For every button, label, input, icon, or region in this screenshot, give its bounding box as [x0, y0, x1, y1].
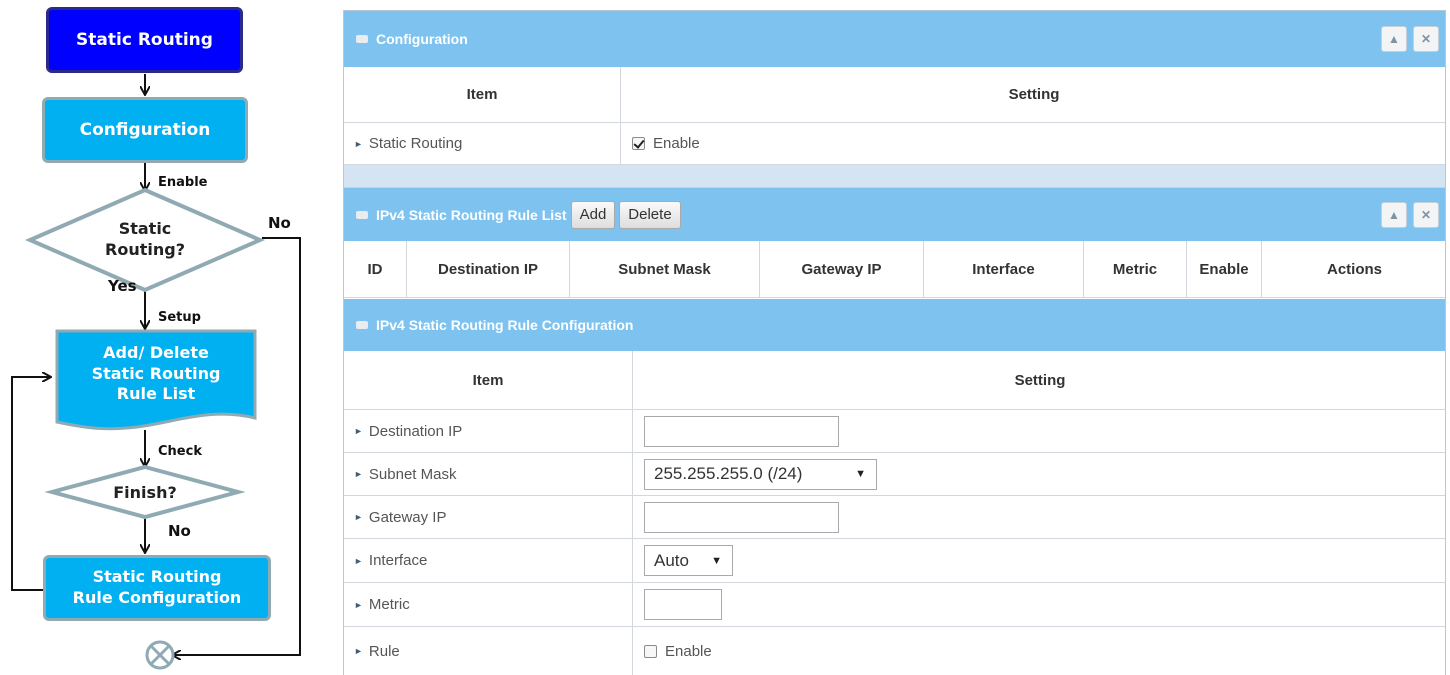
column-header-metric: Metric — [1083, 241, 1186, 297]
column-header-interface: Interface — [923, 241, 1083, 297]
gateway-ip-label: Gateway IP — [368, 508, 447, 526]
destination-ip-input[interactable] — [644, 415, 839, 447]
interface-value: Auto — [654, 550, 689, 570]
column-header-item: Item — [472, 371, 504, 389]
flow-decision-line1: Static — [118, 219, 172, 239]
subnet-mask-label: Subnet Mask — [368, 465, 457, 483]
rule-enable-label: Enable — [665, 642, 712, 660]
rule-row: ► Rule Enable — [344, 627, 1445, 675]
column-header-destination-ip: Destination IP — [406, 241, 569, 297]
close-icon[interactable]: ✕ — [1413, 26, 1439, 52]
flow-rule-config-line2: Rule Configuration — [72, 588, 242, 607]
edge-label-check: Check — [158, 444, 202, 459]
flow-rule-list-line3: Rule List — [116, 384, 196, 404]
column-header-enable: Enable — [1186, 241, 1261, 297]
close-icon[interactable]: ✕ — [1413, 201, 1439, 228]
edge-label-no-right: No — [268, 214, 291, 232]
flow-rule-list-node: Add/ Delete Static Routing Rule List — [57, 333, 255, 415]
destination-ip-label: Destination IP — [368, 422, 463, 440]
column-header-setting: Setting — [620, 67, 1447, 122]
rule-list-panel-title: IPv4 Static Routing Rule List — [376, 206, 567, 223]
interface-row: ► Interface Auto ▼ — [344, 539, 1445, 583]
metric-row: ► Metric — [344, 583, 1445, 627]
delete-button[interactable]: Delete — [619, 200, 681, 229]
dropdown-caret-icon: ▼ — [711, 554, 722, 567]
panel-icon — [356, 210, 368, 219]
column-header-id: ID — [367, 260, 383, 278]
flow-start-label: Static Routing — [76, 29, 213, 50]
edge-label-yes: Yes — [108, 277, 137, 295]
rule-list-panel-header: IPv4 Static Routing Rule List Add Delete… — [344, 188, 1445, 241]
add-button[interactable]: Add — [570, 200, 616, 229]
rule-enable-checkbox[interactable] — [644, 644, 657, 658]
rule-config-panel-header: IPv4 Static Routing Rule Configuration — [344, 299, 1445, 351]
panel-icon — [356, 321, 368, 329]
interface-label: Interface — [368, 552, 428, 569]
rule-label: Rule — [368, 642, 400, 660]
static-routing-row: ► Static Routing Enable — [344, 123, 1445, 165]
dropdown-caret-icon: ▼ — [855, 468, 866, 480]
static-routing-enable-label: Enable — [653, 135, 700, 152]
flow-configuration-node: Configuration — [42, 97, 248, 163]
subnet-mask-select[interactable]: 255.255.255.0 (/24) ▼ — [644, 458, 877, 490]
flowchart: Static Routing Configuration Static Rout… — [0, 0, 320, 675]
row-arrow-icon: ► — [354, 138, 363, 149]
flow-rule-list-line2: Static Routing — [91, 363, 221, 383]
column-header-subnet-mask: Subnet Mask — [569, 241, 759, 297]
column-header-setting: Setting — [632, 351, 1447, 409]
subnet-mask-value: 255.255.255.0 (/24) — [654, 464, 803, 483]
collapse-up-icon[interactable]: ▲ — [1381, 201, 1407, 228]
flow-rule-config-node: Static Routing Rule Configuration — [43, 555, 271, 621]
flow-decision-node: Static Routing? — [75, 214, 215, 266]
configuration-panel-header: Configuration ▲ ✕ — [344, 11, 1445, 67]
rule-list-table-header: ID Destination IP Subnet Mask Gateway IP… — [344, 241, 1445, 298]
rule-config-table-header: Item Setting — [344, 351, 1445, 410]
gateway-ip-row: ► Gateway IP — [344, 496, 1445, 539]
row-arrow-icon: ► — [354, 469, 363, 479]
destination-ip-row: ► Destination IP — [344, 410, 1445, 453]
edge-label-no-finish: No — [168, 522, 191, 540]
interface-select[interactable]: Auto ▼ — [644, 545, 733, 576]
row-arrow-icon: ► — [354, 426, 363, 436]
flow-start-node: Static Routing — [46, 7, 243, 73]
row-arrow-icon: ► — [354, 512, 363, 522]
row-arrow-icon: ► — [354, 646, 363, 656]
static-routing-label: Static Routing — [368, 135, 463, 152]
subnet-mask-row: ► Subnet Mask 255.255.255.0 (/24) ▼ — [344, 453, 1445, 496]
flow-finish-node: Finish? — [90, 480, 200, 506]
configuration-table-header: Item Setting — [344, 67, 1445, 123]
flow-decision-line2: Routing? — [105, 240, 185, 259]
edge-label-setup: Setup — [158, 310, 201, 325]
flow-finish-label: Finish? — [113, 482, 177, 502]
metric-input[interactable] — [644, 589, 722, 620]
router-settings-panels: Configuration ▲ ✕ Item Setting ► Static … — [343, 10, 1446, 675]
flow-rule-list-line1: Add/ Delete — [103, 342, 209, 362]
panel-separator — [344, 165, 1445, 188]
metric-label: Metric — [368, 596, 410, 613]
column-header-item: Item — [466, 86, 498, 103]
row-arrow-icon: ► — [354, 555, 363, 566]
static-routing-enable-checkbox[interactable] — [632, 137, 645, 150]
row-arrow-icon: ► — [354, 599, 363, 610]
flow-configuration-label: Configuration — [79, 119, 211, 140]
column-header-gateway-ip: Gateway IP — [759, 241, 923, 297]
edge-label-enable: Enable — [158, 175, 208, 190]
configuration-panel-title: Configuration — [376, 31, 468, 47]
panel-icon — [356, 35, 368, 43]
gateway-ip-input[interactable] — [644, 501, 839, 533]
column-header-actions: Actions — [1261, 241, 1447, 297]
collapse-up-icon[interactable]: ▲ — [1381, 26, 1407, 52]
rule-config-panel-title: IPv4 Static Routing Rule Configuration — [376, 317, 634, 333]
flow-rule-config-line1: Static Routing — [92, 567, 222, 587]
